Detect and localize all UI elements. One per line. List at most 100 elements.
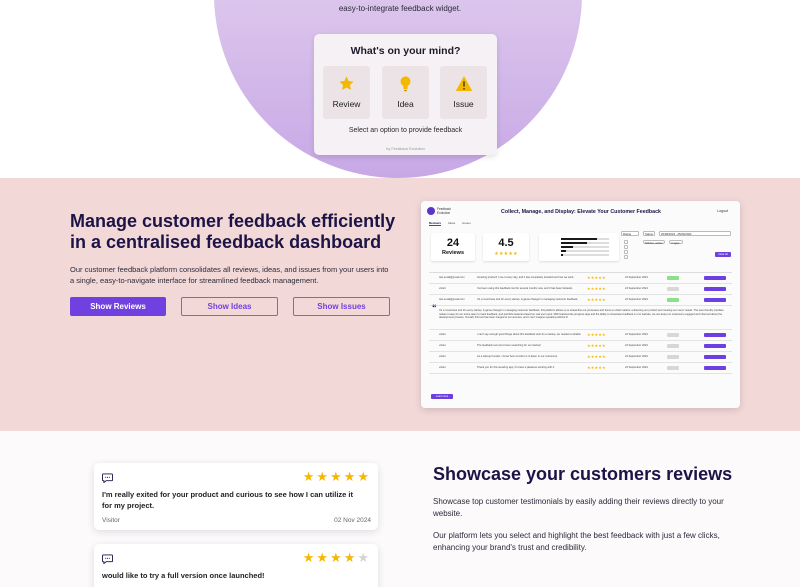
row-status <box>667 366 679 370</box>
dashboard-section: Manage customer feedback efficiently in … <box>0 178 800 431</box>
show-ideas-button[interactable]: Show Ideas <box>181 297 278 316</box>
preview-brand: Feedback Evolution <box>437 207 451 215</box>
lightbulb-icon <box>382 75 429 97</box>
reviews-heading: Showcase your customers reviews <box>433 464 733 484</box>
dashboard-paragraph: Our customer feedback platform consolida… <box>70 265 389 285</box>
preview-checkbox <box>624 255 628 259</box>
quote-mark-icon: “ <box>432 303 437 313</box>
row-action-button <box>704 343 726 348</box>
average-rating-stars: ★★★★★ <box>494 251 518 257</box>
average-rating-value: 4.5 <box>498 237 514 249</box>
row-date: 24 September 2024 <box>625 355 648 358</box>
rating-bar-track <box>561 250 609 252</box>
preview-table-row: visitor The feedback tool we've been sear… <box>429 341 732 352</box>
row-action-button <box>704 365 726 370</box>
row-stars: ★★★★★ <box>587 297 606 302</box>
preview-table-row: visitor I can't say enough good things ab… <box>429 330 732 341</box>
preview-logout: Logout <box>717 209 728 213</box>
idea-option-label: Idea <box>397 99 414 109</box>
preview-tab-issues: Issues <box>462 221 471 225</box>
star-icon: ★ <box>357 469 371 484</box>
review-text: would like to try a full version once la… <box>102 571 265 580</box>
row-user: test.email@gmail.com <box>439 298 465 301</box>
row-status <box>667 276 679 280</box>
rating-bar <box>561 246 573 248</box>
review-option-label: Review <box>332 99 361 109</box>
preview-table-row: test.email@gmail.com It's a must-have too… <box>429 295 732 306</box>
issue-option[interactable]: Issue <box>440 66 487 119</box>
show-issues-button[interactable]: Show Issues <box>293 297 390 316</box>
row-status <box>667 298 679 302</box>
row-user: visitor <box>439 333 446 336</box>
review-stars: ★★★★★ <box>303 550 371 566</box>
preview-review-count: 24 Reviews <box>431 233 475 261</box>
rating-bar-track <box>561 254 609 256</box>
star-icon: ★ <box>302 469 317 484</box>
review-card: ★★★★★ I'm really exited for your product… <box>94 463 378 530</box>
star-icon: ★ <box>343 550 358 565</box>
row-date: 24 September 2024 <box>625 344 648 347</box>
preview-table-row: visitor Thank you for this amazing app, i… <box>429 363 732 374</box>
preview-checkbox <box>624 245 628 249</box>
review-stars: ★★★★★ <box>303 469 371 485</box>
row-action-button <box>704 332 726 337</box>
rating-bar <box>561 238 597 240</box>
review-text: I'm really exited for your product and c… <box>102 490 353 510</box>
preview-highlight-quote: “It's a must-have tool for every startup… <box>429 303 732 330</box>
widget-footer: by Feedback Evolution <box>386 147 425 151</box>
issue-option-label: Issue <box>453 99 474 109</box>
comment-icon <box>102 470 113 488</box>
preview-title: Collect, Manage, and Display: Elevate Yo… <box>501 209 661 215</box>
row-stars: ★★★★★ <box>587 332 606 337</box>
review-option[interactable]: Review <box>323 66 370 119</box>
star-icon: ★ <box>330 469 344 484</box>
row-status <box>667 344 679 348</box>
preview-rating-distribution <box>539 233 619 261</box>
star-icon: ★ <box>343 469 358 484</box>
show-reviews-button[interactable]: Show Reviews <box>70 297 166 316</box>
preview-feedback-table: test.email@gmail.com Amazing product! I u… <box>429 268 732 374</box>
preview-table-row: test.email@gmail.com Amazing product! I u… <box>429 273 732 284</box>
reviews-section: ★★★★★ I'm really exited for your product… <box>0 431 800 587</box>
preview-checkbox <box>624 240 628 244</box>
row-stars: ★★★★★ <box>587 354 606 359</box>
row-status <box>667 355 679 359</box>
row-action-button <box>704 297 726 302</box>
row-text: I can't say enough good things about thi… <box>477 333 581 336</box>
preview-date-filter: 25/08/2023 - 25/09/2024 <box>659 231 731 236</box>
preview-clear-button: Clear all <box>715 252 731 257</box>
preview-tab-reviews: Reviews <box>429 221 442 226</box>
brand-logo-icon <box>427 207 435 215</box>
star-icon <box>323 75 370 97</box>
preview-tabs: Reviews Ideas Issues <box>429 221 477 226</box>
row-action-button <box>704 286 726 291</box>
preview-load-more: Load more <box>431 394 453 399</box>
star-icon: ★ <box>357 550 371 565</box>
preview-rating-filter: Rating <box>621 231 639 236</box>
hero-section: easy-to-integrate feedback widget. What'… <box>0 0 800 178</box>
row-date: 24 September 2024 <box>625 298 648 301</box>
row-status <box>667 287 679 291</box>
row-stars: ★★★★★ <box>587 286 606 291</box>
row-text: I've been using this feedback tool for s… <box>477 287 573 290</box>
row-stars: ★★★★★ <box>587 275 606 280</box>
row-user: visitor <box>439 287 446 290</box>
idea-option[interactable]: Idea <box>382 66 429 119</box>
quote-text: It's a must-have tool for every startup.… <box>439 309 724 320</box>
warning-icon <box>440 75 487 97</box>
comment-icon <box>102 551 113 569</box>
row-user: visitor <box>439 344 446 347</box>
preview-filter-chip: 4 ages <box>669 240 683 245</box>
star-icon: ★ <box>316 469 331 484</box>
row-date: 24 September 2024 <box>625 276 648 279</box>
row-date: 23 September 2024 <box>625 366 648 369</box>
rating-bar <box>561 250 566 252</box>
row-stars: ★★★★★ <box>587 365 606 370</box>
preview-average-rating: 4.5 ★★★★★ <box>483 233 529 261</box>
preview-filter-chip: Hidden, active <box>643 240 665 245</box>
review-count-value: 24 <box>446 237 460 249</box>
row-text: Thank you for this amazing app, it's bee… <box>477 366 555 369</box>
star-icon: ★ <box>316 550 331 565</box>
rating-bar <box>561 242 588 244</box>
preview-table-row: visitor I've been using this feedback too… <box>429 284 732 295</box>
